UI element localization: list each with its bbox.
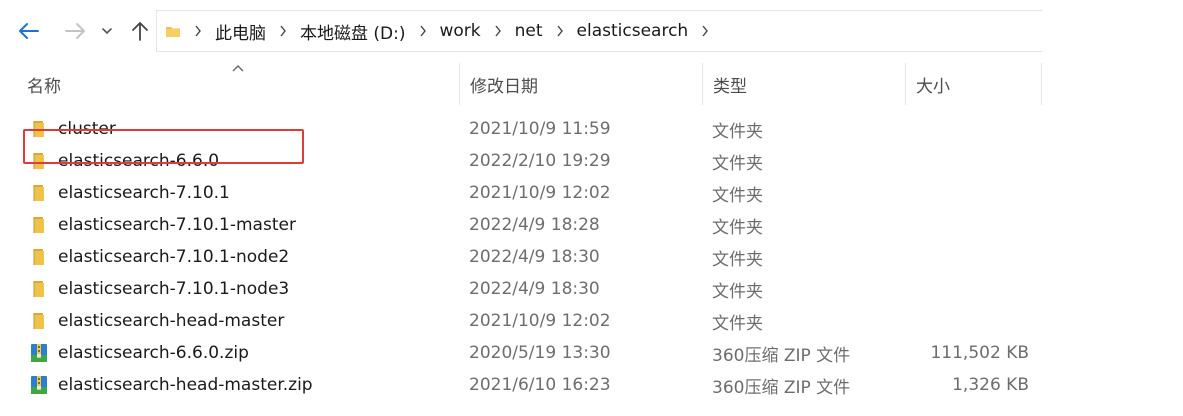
file-name: elasticsearch-6.6.0.zip xyxy=(58,343,249,363)
address-bar[interactable]: 此电脑 本地磁盘 (D:) work net elasticsearch xyxy=(156,10,1042,52)
file-type: 文件夹 xyxy=(712,217,763,238)
breadcrumb-work[interactable]: work xyxy=(434,21,487,41)
file-type: 360压缩 ZIP 文件 xyxy=(712,345,851,366)
file-name: elasticsearch-7.10.1-node3 xyxy=(58,279,290,299)
file-type: 文件夹 xyxy=(712,313,763,334)
file-type: 文件夹 xyxy=(712,249,763,270)
forward-button[interactable] xyxy=(62,17,88,45)
forward-arrow-icon xyxy=(65,23,85,39)
folder-icon xyxy=(33,153,44,169)
column-header-type[interactable]: 类型 xyxy=(703,63,906,105)
file-row[interactable]: elasticsearch-7.10.1-node3 2022/4/9 18:3… xyxy=(0,273,1183,305)
up-arrow-icon xyxy=(132,22,148,41)
file-row[interactable]: elasticsearch-head-master 2021/10/9 12:0… xyxy=(0,305,1183,337)
breadcrumb-separator-icon[interactable] xyxy=(549,21,571,41)
breadcrumb-elasticsearch[interactable]: elasticsearch xyxy=(571,21,695,41)
file-row[interactable]: elasticsearch-7.10.1 2021/10/9 12:02 文件夹 xyxy=(0,177,1183,209)
file-size: 1,326 KB xyxy=(952,375,1029,395)
breadcrumb-drive-d[interactable]: 本地磁盘 (D:) xyxy=(294,19,412,44)
folder-icon xyxy=(33,313,44,329)
file-row[interactable]: elasticsearch-6.6.0.zip 2020/5/19 13:30 … xyxy=(0,337,1183,369)
folder-icon xyxy=(33,249,44,265)
recent-locations-button[interactable] xyxy=(97,17,117,45)
file-name: elasticsearch-7.10.1-node2 xyxy=(58,247,290,267)
file-type: 文件夹 xyxy=(712,281,763,302)
breadcrumb-this-pc[interactable]: 此电脑 xyxy=(209,19,272,44)
zip-archive-icon xyxy=(31,344,47,362)
file-row[interactable]: elasticsearch-head-master.zip 2021/6/10 … xyxy=(0,369,1183,401)
file-row[interactable]: cluster 2021/10/9 11:59 文件夹 xyxy=(0,113,1183,145)
file-date: 2022/4/9 18:28 xyxy=(469,215,600,235)
zip-archive-icon xyxy=(31,376,47,394)
up-button[interactable] xyxy=(127,17,153,45)
file-row[interactable]: elasticsearch-7.10.1-node2 2022/4/9 18:3… xyxy=(0,241,1183,273)
file-name: elasticsearch-7.10.1 xyxy=(58,183,230,203)
file-type: 文件夹 xyxy=(712,121,763,142)
file-size: 111,502 KB xyxy=(930,343,1029,363)
file-date: 2021/10/9 11:59 xyxy=(469,119,611,139)
column-headers: 名称 修改日期 类型 大小 xyxy=(0,63,1042,105)
breadcrumb-separator-icon[interactable] xyxy=(412,21,434,41)
column-header-name[interactable]: 名称 xyxy=(17,63,460,105)
folder-icon xyxy=(166,27,180,37)
breadcrumb-net[interactable]: net xyxy=(509,21,549,41)
breadcrumb-separator-icon[interactable] xyxy=(272,21,294,41)
file-name: elasticsearch-head-master.zip xyxy=(58,375,313,395)
file-date: 2021/6/10 16:23 xyxy=(469,375,611,395)
file-type: 文件夹 xyxy=(712,185,763,206)
file-date: 2022/2/10 19:29 xyxy=(469,151,611,171)
folder-icon xyxy=(33,185,44,201)
navigation-bar: 此电脑 本地磁盘 (D:) work net elasticsearch xyxy=(0,0,1183,62)
file-name: elasticsearch-6.6.0 xyxy=(58,151,220,171)
file-date: 2022/4/9 18:30 xyxy=(469,279,600,299)
folder-icon xyxy=(33,121,44,137)
chevron-down-icon xyxy=(102,28,112,35)
folder-icon xyxy=(33,281,44,297)
file-list: cluster 2021/10/9 11:59 文件夹 elasticsearc… xyxy=(0,113,1183,401)
column-header-date[interactable]: 修改日期 xyxy=(460,63,703,105)
breadcrumb-separator-icon[interactable] xyxy=(187,21,209,41)
file-row[interactable]: elasticsearch-7.10.1-master 2022/4/9 18:… xyxy=(0,209,1183,241)
file-name: elasticsearch-7.10.1-master xyxy=(58,215,296,235)
file-name: elasticsearch-head-master xyxy=(58,311,285,331)
column-header-size[interactable]: 大小 xyxy=(906,63,1042,105)
file-date: 2021/10/9 12:02 xyxy=(469,311,611,331)
file-type: 文件夹 xyxy=(712,153,763,174)
back-button[interactable] xyxy=(16,17,42,45)
file-date: 2022/4/9 18:30 xyxy=(469,247,600,267)
breadcrumb-separator-icon[interactable] xyxy=(694,21,716,41)
breadcrumb-separator-icon[interactable] xyxy=(487,21,509,41)
file-name: cluster xyxy=(58,119,116,139)
file-type: 360压缩 ZIP 文件 xyxy=(712,377,851,398)
file-date: 2020/5/19 13:30 xyxy=(469,343,611,363)
file-row[interactable]: elasticsearch-6.6.0 2022/2/10 19:29 文件夹 xyxy=(0,145,1183,177)
file-date: 2021/10/9 12:02 xyxy=(469,183,611,203)
back-arrow-icon xyxy=(19,23,39,39)
folder-icon xyxy=(33,217,44,233)
